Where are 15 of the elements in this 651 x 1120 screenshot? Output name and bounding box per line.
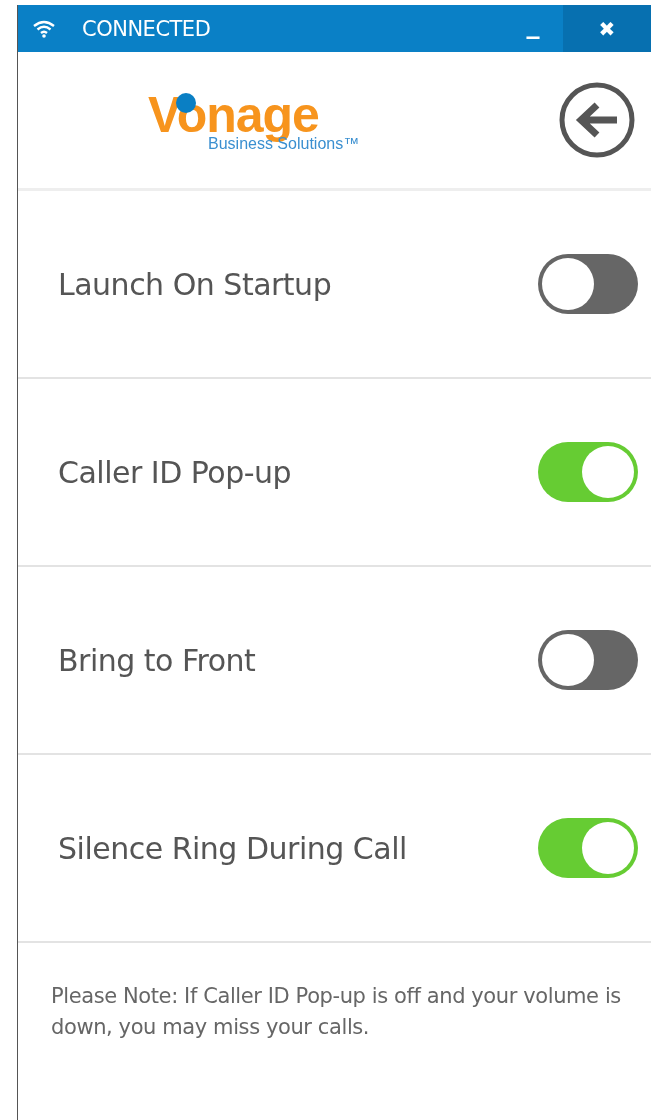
wifi-icon bbox=[32, 19, 56, 38]
minimize-button[interactable]: _ bbox=[503, 5, 563, 52]
setting-label: Launch On Startup bbox=[58, 266, 332, 302]
logo: Vonage Business Solutions™ bbox=[148, 87, 361, 153]
connection-status: CONNECTED bbox=[82, 16, 211, 41]
toggle-switch[interactable] bbox=[538, 630, 638, 690]
toggle-switch[interactable] bbox=[538, 818, 638, 878]
note-text: Please Note: If Caller ID Pop-up is off and your volume is down, you may miss your calls. bbox=[51, 983, 622, 1041]
setting-label: Caller ID Pop-up bbox=[58, 454, 292, 490]
toggle-switch[interactable] bbox=[538, 254, 638, 314]
close-button[interactable]: ✖ bbox=[563, 5, 651, 52]
toggle-switch[interactable] bbox=[538, 442, 638, 502]
setting-label: Bring to Front bbox=[58, 642, 256, 678]
back-button[interactable] bbox=[557, 80, 637, 160]
setting-label: Silence Ring During Call bbox=[58, 830, 407, 866]
